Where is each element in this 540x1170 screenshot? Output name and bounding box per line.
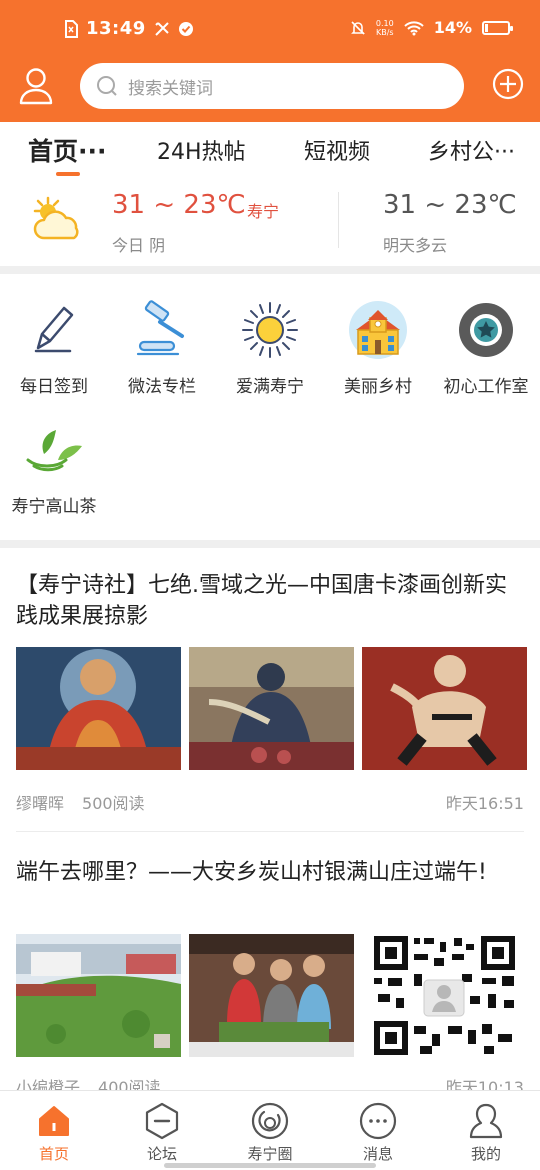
article-title[interactable]: 【寿宁诗社】七绝.雪域之光—中国唐卡漆画创新实践成果展掠影 (16, 570, 526, 632)
top-header: 13:49 0.10 KB/s 14% 搜索关键词 (0, 0, 540, 122)
shortcut-label: 初心工作室 (443, 377, 529, 397)
cloudy-sun-icon (33, 196, 79, 240)
section-separator (0, 540, 540, 548)
nav-label: 消息 (362, 1145, 393, 1163)
nav-home[interactable]: 首页 (14, 1101, 94, 1164)
shortcut-daily-checkin[interactable]: 每日签到 (0, 300, 108, 397)
status-bar: 13:49 0.10 KB/s 14% (0, 0, 540, 60)
forum-icon (145, 1102, 179, 1140)
city-name: 寿宁 (247, 202, 280, 221)
tea-leaf-icon (26, 430, 82, 472)
tab-home[interactable]: 首页··· (28, 132, 107, 168)
shortcut-label: 微法专栏 (128, 377, 196, 397)
circle-icon (251, 1102, 289, 1140)
section-separator (0, 266, 540, 274)
star-badge-icon (459, 303, 513, 357)
tab-active-indicator (56, 172, 80, 176)
thumbnail-image[interactable] (189, 647, 354, 770)
profile-icon (469, 1103, 503, 1139)
tomorrow-condition: 明天多云 (383, 236, 448, 255)
tab-village[interactable]: 乡村公··· (428, 134, 515, 166)
article-title[interactable]: 端午去哪里？——大安乡炭山村银满山庄过端午! (16, 857, 526, 888)
shortcut-alpine-tea[interactable]: 寿宁高山茶 (0, 420, 108, 517)
gavel-icon (136, 300, 184, 356)
user-icon[interactable] (18, 66, 54, 106)
home-icon (39, 1106, 69, 1136)
article-divider (16, 831, 524, 832)
shortcut-initial-studio[interactable]: 初心工作室 (432, 300, 540, 397)
search-icon (97, 76, 117, 96)
nav-label: 寿宁圈 (247, 1145, 293, 1163)
verified-icon (178, 21, 193, 36)
thumbnail-image[interactable] (16, 934, 181, 1057)
channel-tabs: 首页··· 24H热帖 短视频 乡村公··· (0, 122, 540, 180)
weather-widget[interactable]: 31 ~ 23℃ 寿宁 今日 阴 31 ~ 23℃ 明天多云 (0, 180, 540, 266)
thumbnail-image[interactable] (16, 647, 181, 770)
article-meta: 缪曙晖 500阅读 (16, 790, 145, 814)
wifi-icon (404, 20, 424, 35)
search-input[interactable]: 搜索关键词 (80, 63, 464, 109)
tab-short-video[interactable]: 短视频 (304, 134, 370, 166)
nav-forum[interactable]: 论坛 (122, 1101, 202, 1164)
battery-icon (482, 20, 513, 35)
article-author: 缪曙晖 (16, 794, 65, 813)
shortcut-label: 每日签到 (20, 377, 88, 397)
nav-label: 首页 (38, 1145, 69, 1163)
add-icon[interactable] (492, 68, 524, 100)
message-icon (359, 1102, 397, 1140)
tomorrow-temperature: 31 ~ 23℃ (383, 190, 517, 220)
article-card[interactable]: 【寿宁诗社】七绝.雪域之光—中国唐卡漆画创新实践成果展掠影 缪曙晖 500阅读 … (0, 570, 540, 832)
nav-label: 论坛 (146, 1145, 177, 1163)
mute-bell-icon (350, 20, 365, 35)
article-thumbnails (16, 934, 527, 1057)
shortcut-beautiful-village[interactable]: 美丽乡村 (324, 300, 432, 397)
pencil-icon (34, 306, 74, 353)
school-building-icon (349, 301, 407, 359)
home-indicator[interactable] (164, 1163, 376, 1168)
today-condition: 今日 阴 (112, 236, 166, 255)
nav-messages[interactable]: 消息 (338, 1101, 418, 1164)
nav-shouning-circle[interactable]: 寿宁圈 (230, 1101, 310, 1164)
shortcut-law-column[interactable]: 微法专栏 (108, 300, 216, 397)
article-card[interactable]: 端午去哪里？——大安乡炭山村银满山庄过端午! 小编橙子 400阅读 昨天10:1… (0, 857, 540, 1097)
battery-percent: 14% (433, 18, 472, 37)
tools-icon (155, 21, 169, 36)
shortcut-label: 美丽乡村 (344, 377, 412, 397)
tab-24h-hot[interactable]: 24H热帖 (157, 134, 246, 166)
nav-label: 我的 (470, 1145, 501, 1163)
article-thumbnails (16, 647, 527, 770)
shortcut-label: 寿宁高山茶 (11, 497, 97, 517)
nav-mine[interactable]: 我的 (446, 1101, 526, 1164)
clock: 13:49 (86, 18, 146, 39)
thumbnail-image[interactable] (362, 647, 527, 770)
article-reads: 500阅读 (82, 794, 145, 813)
shortcut-love-shouning[interactable]: 爱满寿宁 (216, 300, 324, 397)
sun-icon (242, 302, 298, 358)
sim-icon (65, 19, 78, 38)
shortcut-label: 爱满寿宁 (236, 377, 304, 397)
bottom-navigation: 首页 论坛 寿宁圈 消息 我的 (0, 1090, 540, 1170)
thumbnail-image[interactable] (189, 934, 354, 1057)
thumbnail-image[interactable] (362, 934, 527, 1057)
today-temperature: 31 ~ 23℃ (112, 190, 246, 220)
net-speed: 0.10 KB/s (375, 18, 394, 37)
weather-divider (338, 192, 339, 248)
article-time: 昨天16:51 (445, 794, 524, 813)
search-placeholder: 搜索关键词 (128, 78, 213, 99)
